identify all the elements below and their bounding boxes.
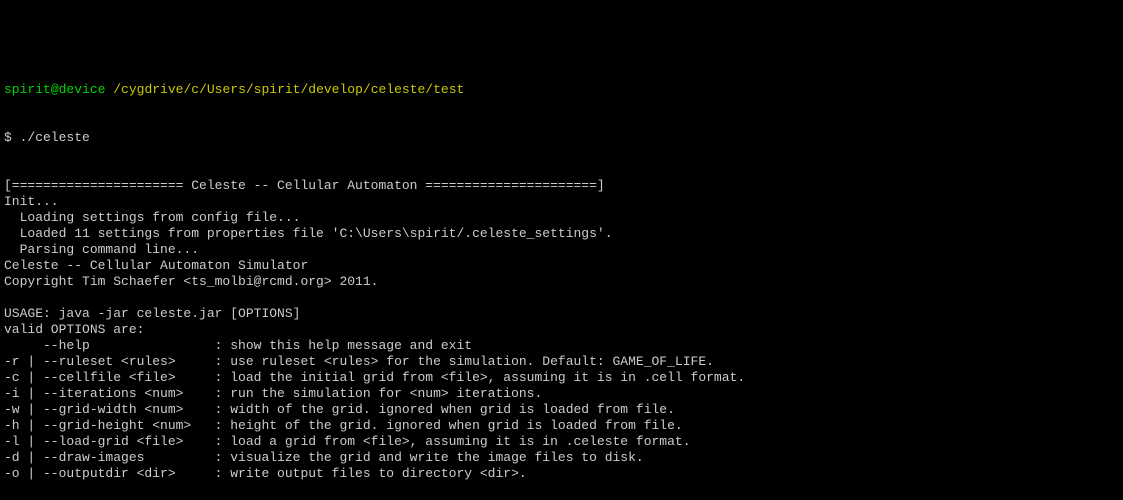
output-line: -d | --draw-images : visualize the grid … xyxy=(4,450,1119,466)
output-line: Celeste -- Cellular Automaton Simulator xyxy=(4,258,1119,274)
prompt-sep xyxy=(105,82,113,98)
output-line: [====================== Celeste -- Cellu… xyxy=(4,178,1119,194)
output-line: -l | --load-grid <file> : load a grid fr… xyxy=(4,434,1119,450)
output-line: -i | --iterations <num> : run the simula… xyxy=(4,386,1119,402)
prompt-user: spirit xyxy=(4,82,51,98)
output-line: -r | --ruleset <rules> : use ruleset <ru… xyxy=(4,354,1119,370)
prompt-host: device xyxy=(59,82,106,98)
prompt-at: @ xyxy=(51,82,59,98)
terminal-window[interactable]: spirit@device /cygdrive/c/Users/spirit/d… xyxy=(0,48,1123,500)
output-line: Loading settings from config file... xyxy=(4,210,1119,226)
output-line: USAGE: java -jar celeste.jar [OPTIONS] xyxy=(4,306,1119,322)
output-line: Init... xyxy=(4,194,1119,210)
output-line xyxy=(4,290,1119,306)
output-line: Parsing command line... xyxy=(4,242,1119,258)
prompt-line-1: spirit@device /cygdrive/c/Users/spirit/d… xyxy=(4,82,1119,98)
output-line: Copyright Tim Schaefer <ts_molbi@rcmd.or… xyxy=(4,274,1119,290)
output-line xyxy=(4,482,1119,498)
output-line: valid OPTIONS are: xyxy=(4,322,1119,338)
command-output: [====================== Celeste -- Cellu… xyxy=(4,178,1119,500)
output-line: --help : show this help message and exit xyxy=(4,338,1119,354)
output-line: -w | --grid-width <num> : width of the g… xyxy=(4,402,1119,418)
prompt-path: /cygdrive/c/Users/spirit/develop/celeste… xyxy=(113,82,464,98)
output-line: Loaded 11 settings from properties file … xyxy=(4,226,1119,242)
output-line: -h | --grid-height <num> : height of the… xyxy=(4,418,1119,434)
output-line: -c | --cellfile <file> : load the initia… xyxy=(4,370,1119,386)
output-line: -o | --outputdir <dir> : write output fi… xyxy=(4,466,1119,482)
command-1: $ ./celeste xyxy=(4,130,1119,146)
